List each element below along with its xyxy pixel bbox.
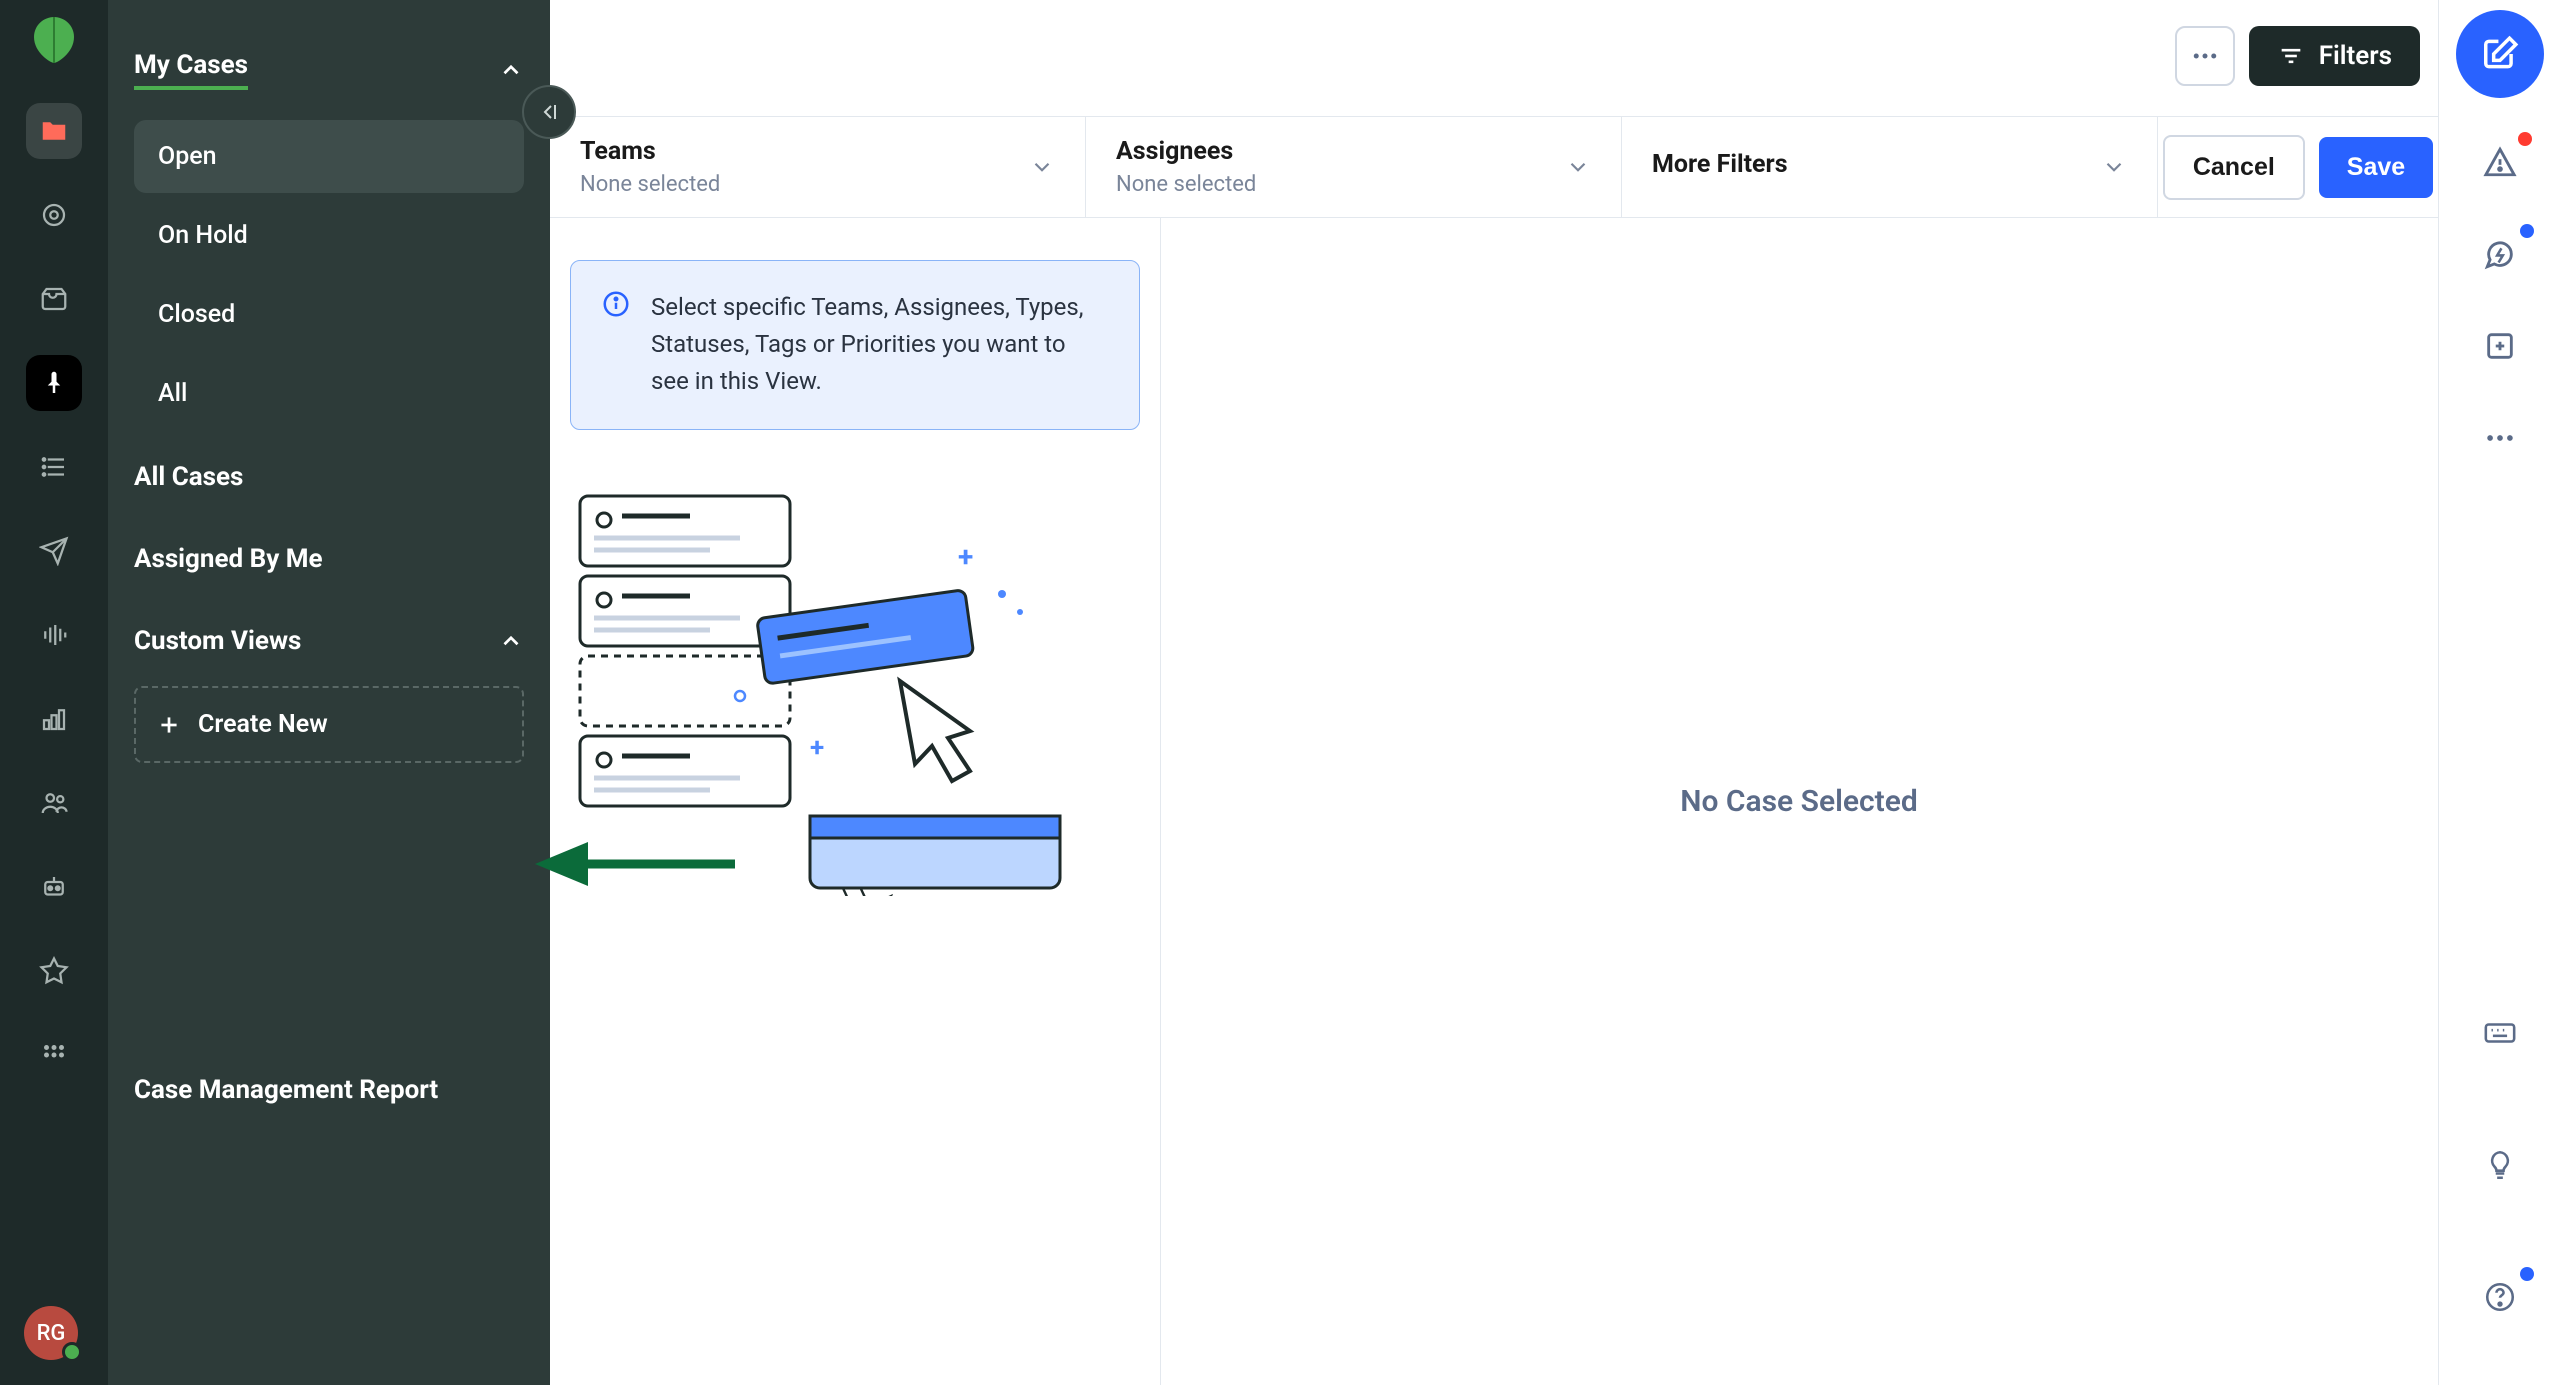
plus-icon [156, 712, 182, 738]
nav-star-icon[interactable] [26, 943, 82, 999]
help-button[interactable] [2476, 1273, 2524, 1321]
nav-folder[interactable] [26, 103, 82, 159]
filters-label: Filters [2319, 41, 2392, 71]
create-new-view-button[interactable]: Create New [134, 686, 524, 763]
all-cases-link[interactable]: All Cases [134, 436, 524, 518]
filter-assignees-value: None selected [1116, 172, 1256, 197]
keyboard-shortcuts-button[interactable] [2476, 1009, 2524, 1057]
my-cases-header[interactable]: My Cases [134, 38, 524, 102]
add-note-button[interactable] [2476, 322, 2524, 370]
my-cases-title: My Cases [134, 50, 248, 90]
filter-teams-label: Teams [580, 137, 720, 166]
filter-actions: Cancel Save [2158, 117, 2438, 217]
nav-pin-icon[interactable] [26, 355, 82, 411]
filter-teams-value: None selected [580, 172, 720, 197]
dots-horizontal-icon [2190, 41, 2220, 71]
filter-assignees[interactable]: Assignees None selected [1086, 117, 1622, 217]
sidebar-item-open[interactable]: Open [134, 120, 524, 193]
sidebar-item-closed[interactable]: Closed [134, 278, 524, 351]
note-plus-icon [2483, 329, 2517, 363]
filter-teams[interactable]: Teams None selected [550, 117, 1086, 217]
app-logo[interactable] [29, 15, 79, 65]
svg-text:+: + [958, 540, 973, 573]
notification-dot [2518, 132, 2532, 146]
no-case-selected-text: No Case Selected [1680, 784, 1918, 819]
case-detail-pane: No Case Selected [1160, 218, 2438, 1385]
svg-text:+: + [810, 733, 824, 763]
case-management-report-link[interactable]: Case Management Report [134, 1075, 438, 1105]
chevron-up-icon [498, 628, 524, 654]
cases-side-panel: My Cases Open On Hold Closed All All Cas… [108, 0, 550, 1385]
nav-list-icon[interactable] [26, 439, 82, 495]
more-menu-button[interactable] [2175, 26, 2235, 86]
filter-bar: Teams None selected Assignees None selec… [550, 116, 2438, 218]
lightbulb-icon [2483, 1148, 2517, 1182]
custom-views-title: Custom Views [134, 626, 301, 656]
collapse-panel-button[interactable] [522, 85, 576, 139]
notification-dot [2520, 1267, 2534, 1281]
filter-more-label: More Filters [1652, 150, 1788, 179]
annotation-arrow [530, 834, 740, 894]
chevron-down-icon [2101, 154, 2127, 180]
alert-triangle-icon [2483, 145, 2517, 179]
status-online-dot [62, 1342, 82, 1362]
create-new-label: Create New [198, 710, 328, 739]
nav-target-icon[interactable] [26, 187, 82, 243]
sidebar-item-on-hold[interactable]: On Hold [134, 199, 524, 272]
keyboard-icon [2483, 1016, 2517, 1050]
right-utility-rail [2438, 0, 2560, 1385]
nav-send-icon[interactable] [26, 523, 82, 579]
alerts-button[interactable] [2476, 138, 2524, 186]
info-text: Select specific Teams, Assignees, Types,… [651, 289, 1109, 401]
icon-rail: RG [0, 0, 108, 1385]
filter-help-column: Select specific Teams, Assignees, Types,… [570, 260, 1140, 900]
nav-apps-icon[interactable] [26, 1027, 82, 1083]
nav-people-icon[interactable] [26, 775, 82, 831]
nav-inbox-icon[interactable] [26, 271, 82, 327]
edit-icon [2481, 35, 2519, 73]
notification-dot [2520, 224, 2534, 238]
custom-views-header[interactable]: Custom Views [134, 614, 524, 668]
tips-button[interactable] [2476, 1141, 2524, 1189]
dots-horizontal-icon [2483, 421, 2517, 455]
activity-button[interactable] [2476, 230, 2524, 278]
top-actions: Filters [2175, 26, 2420, 86]
nav-bot-icon[interactable] [26, 859, 82, 915]
info-callout: Select specific Teams, Assignees, Types,… [570, 260, 1140, 430]
compose-button[interactable] [2456, 10, 2544, 98]
filter-more[interactable]: More Filters [1622, 117, 2158, 217]
bolt-chat-icon [2483, 237, 2517, 271]
nav-audio-icon[interactable] [26, 607, 82, 663]
assigned-by-me-link[interactable]: Assigned By Me [134, 518, 524, 600]
cancel-button[interactable]: Cancel [2163, 135, 2305, 200]
nav-chart-icon[interactable] [26, 691, 82, 747]
help-circle-icon [2483, 1280, 2517, 1314]
sidebar-item-all[interactable]: All [134, 357, 524, 430]
info-icon [601, 289, 631, 319]
user-initials: RG [37, 1321, 66, 1346]
filter-assignees-label: Assignees [1116, 137, 1256, 166]
chevron-down-icon [1565, 154, 1591, 180]
chevron-down-icon [1029, 154, 1055, 180]
chevron-up-icon [498, 57, 524, 83]
save-button[interactable]: Save [2319, 137, 2433, 198]
filter-icon [2277, 42, 2305, 70]
more-button[interactable] [2476, 414, 2524, 462]
filters-button[interactable]: Filters [2249, 26, 2420, 86]
